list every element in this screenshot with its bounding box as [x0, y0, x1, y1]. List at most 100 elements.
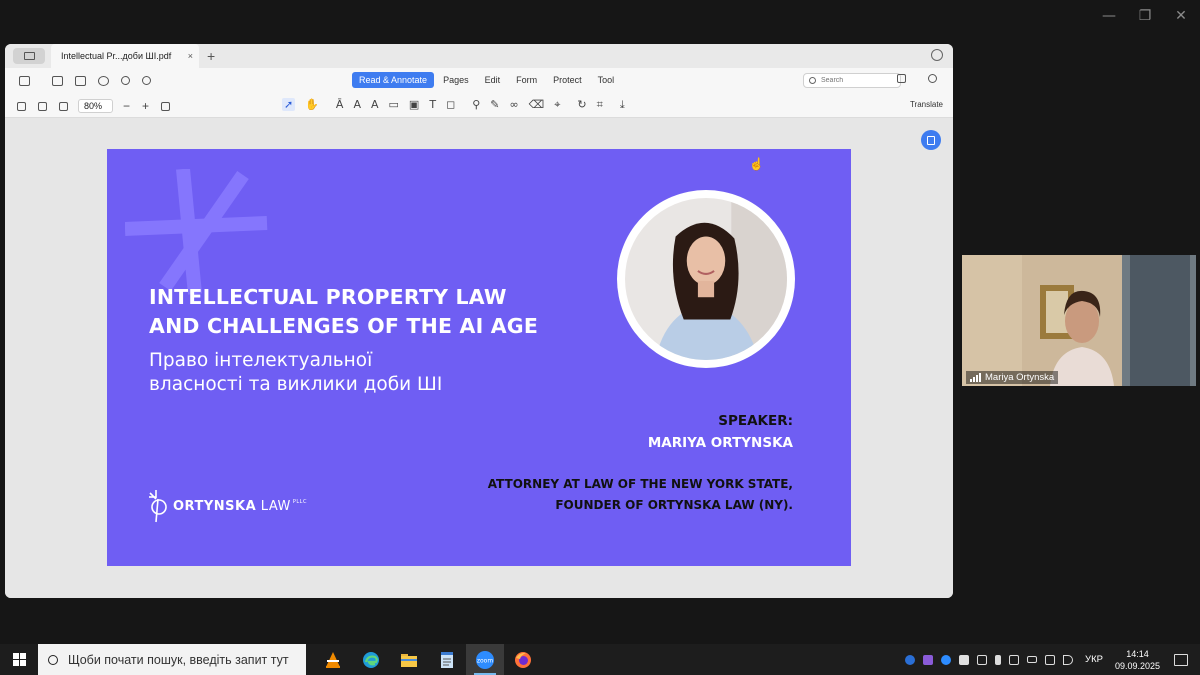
shape-tool-icon[interactable]: ▭ [389, 98, 399, 111]
highlight-text-icon[interactable]: Ā [336, 98, 344, 111]
windows-logo-icon [12, 653, 26, 666]
asterisk-decoration [125, 169, 268, 295]
redo-icon[interactable] [142, 76, 151, 85]
webcam-video-tile[interactable]: Mariya Ortynska [962, 255, 1196, 386]
menu-pages[interactable]: Pages [436, 72, 476, 88]
restore-button[interactable]: ❐ [1138, 8, 1152, 24]
logo-text-law: LAW [260, 498, 291, 514]
speaker-label: SPEAKER: [718, 413, 793, 429]
new-tab-button[interactable]: + [207, 48, 215, 64]
share-icon[interactable] [897, 74, 906, 83]
logo-mark-icon [149, 490, 167, 523]
notepad-icon[interactable] [428, 644, 466, 675]
title-en-line-2: AND CHALLENGES OF THE AI AGE [149, 314, 539, 338]
menu-tool[interactable]: Tool [591, 72, 622, 88]
zoom-level-select[interactable]: 80% [78, 99, 114, 113]
text-tool-icon[interactable]: T [429, 98, 436, 111]
meet-now-icon[interactable] [977, 654, 988, 665]
title-en-line-1: INTELLECTUAL PROPERTY LAW [149, 285, 507, 309]
fit-width-icon[interactable] [59, 101, 68, 111]
usb-device-icon[interactable] [1009, 654, 1020, 665]
document-icon [927, 135, 935, 145]
underline-text-icon[interactable]: A [353, 98, 361, 111]
speaker-block: SPEAKER: MARIYA ORTYNSKA [648, 410, 793, 454]
callout-tool-icon[interactable]: ◻ [446, 98, 455, 111]
menu-protect[interactable]: Protect [546, 72, 589, 88]
annotation-toolbar: 80% − + ➚ ✋ Ā A A ▭ ▣ T ◻ ⚲ ✎ ∞ ⌫ ⌖ ↻ ⌗ … [5, 93, 953, 118]
close-button[interactable]: ✕ [1174, 8, 1188, 24]
tab-close-icon[interactable]: × [188, 51, 193, 61]
document-tab[interactable]: Intellectual Pr...доби ШІ.pdf × [51, 44, 199, 68]
open-folder-icon[interactable] [52, 75, 63, 86]
system-clock[interactable]: 14:14 09.09.2025 [1115, 648, 1160, 672]
main-toolbar: Read & Annotate Pages Edit Form Protect … [5, 68, 953, 93]
ai-assistant-button[interactable] [921, 130, 941, 150]
two-page-icon[interactable] [38, 101, 47, 111]
notification-center-icon[interactable] [1174, 653, 1188, 666]
signal-strength-icon [970, 373, 981, 382]
search-input[interactable] [821, 77, 891, 84]
bluetooth-icon[interactable] [905, 654, 916, 665]
title-ua-line-1: Право інтелектуальної [149, 350, 373, 371]
speaker-credentials: ATTORNEY AT LAW OF THE NEW YORK STATE, F… [488, 474, 793, 516]
text-color-icon[interactable]: A [371, 98, 379, 111]
tab-bar: Intellectual Pr...доби ШІ.pdf × + [5, 44, 953, 68]
undo-icon[interactable] [121, 76, 130, 85]
signature-tool-icon[interactable]: ✎ [490, 98, 499, 111]
print-icon[interactable] [98, 75, 109, 86]
translate-button[interactable]: Translate [910, 100, 943, 109]
language-indicator[interactable]: УКР [1085, 654, 1103, 665]
zoom-icon[interactable]: zoom [466, 644, 504, 675]
single-page-icon[interactable] [17, 101, 26, 111]
eraser-tool-icon[interactable]: ⌫ [529, 98, 545, 111]
edge-icon[interactable] [352, 644, 390, 675]
link-tool-icon[interactable]: ∞ [509, 98, 518, 111]
crop-tool-icon[interactable]: ⌗ [597, 98, 603, 111]
home-icon [23, 52, 35, 60]
credentials-line-1: ATTORNEY AT LAW OF THE NEW YORK STATE, [487, 477, 793, 491]
microphone-icon[interactable] [995, 654, 1002, 665]
taskbar-search[interactable]: Щоби почати пошук, введіть запит тут [38, 644, 306, 675]
save-icon[interactable] [75, 75, 86, 86]
zoom-in-button[interactable]: + [142, 100, 149, 112]
participant-label: Mariya Ortynska [966, 371, 1059, 384]
webcam-video-feed [962, 255, 1196, 386]
network-icon[interactable] [1045, 654, 1056, 665]
menu-form[interactable]: Form [509, 72, 544, 88]
page-icon[interactable] [161, 101, 171, 111]
image-tool-icon[interactable]: ▣ [409, 98, 419, 111]
menu-read-annotate[interactable]: Read & Annotate [352, 72, 435, 88]
logo-text: ORTYNSKA LAW PLLC [173, 499, 307, 514]
volume-icon[interactable] [1063, 654, 1074, 665]
search-box[interactable] [803, 73, 901, 88]
rotate-tool-icon[interactable]: ↻ [577, 98, 586, 111]
firefox-icon[interactable] [504, 644, 542, 675]
hand-tool-icon[interactable]: ✋ [305, 98, 319, 111]
speaker-portrait [617, 190, 795, 368]
ortynska-law-logo: ORTYNSKA LAW PLLC [147, 489, 307, 523]
annotation-tools: ➚ ✋ Ā A A ▭ ▣ T ◻ ⚲ ✎ ∞ ⌫ ⌖ ↻ ⌗ ⤓ [277, 98, 630, 111]
select-arrow-icon[interactable]: ➚ [282, 98, 296, 111]
download-icon[interactable]: ⤓ [620, 98, 625, 111]
pinned-apps: zoom [314, 644, 542, 675]
minimize-button[interactable]: — [1102, 8, 1116, 24]
credentials-line-2: FOUNDER OF ORTYNSKA LAW (NY). [555, 498, 793, 512]
menu-edit[interactable]: Edit [478, 72, 508, 88]
battery-icon[interactable] [1027, 656, 1038, 663]
start-button[interactable] [0, 653, 38, 666]
security-shield-icon[interactable] [959, 654, 970, 665]
logo-text-name: ORTYNSKA [173, 498, 257, 514]
home-tab-button[interactable] [13, 48, 45, 64]
stamp-tool-icon[interactable]: ⚲ [472, 98, 480, 111]
sidebar-toggle-icon[interactable] [19, 75, 30, 86]
zoom-out-button[interactable]: − [123, 100, 130, 112]
clock-time: 14:14 [1126, 648, 1149, 659]
vlc-icon[interactable] [314, 644, 352, 675]
brightness-icon[interactable] [928, 74, 937, 83]
measure-tool-icon[interactable]: ⌖ [554, 98, 560, 111]
file-explorer-icon[interactable] [390, 644, 428, 675]
account-icon[interactable] [931, 49, 943, 61]
feather-app-icon[interactable] [923, 654, 934, 665]
mouse-cursor-icon: ☝ [749, 157, 764, 171]
zoom-tray-icon[interactable] [941, 654, 952, 665]
